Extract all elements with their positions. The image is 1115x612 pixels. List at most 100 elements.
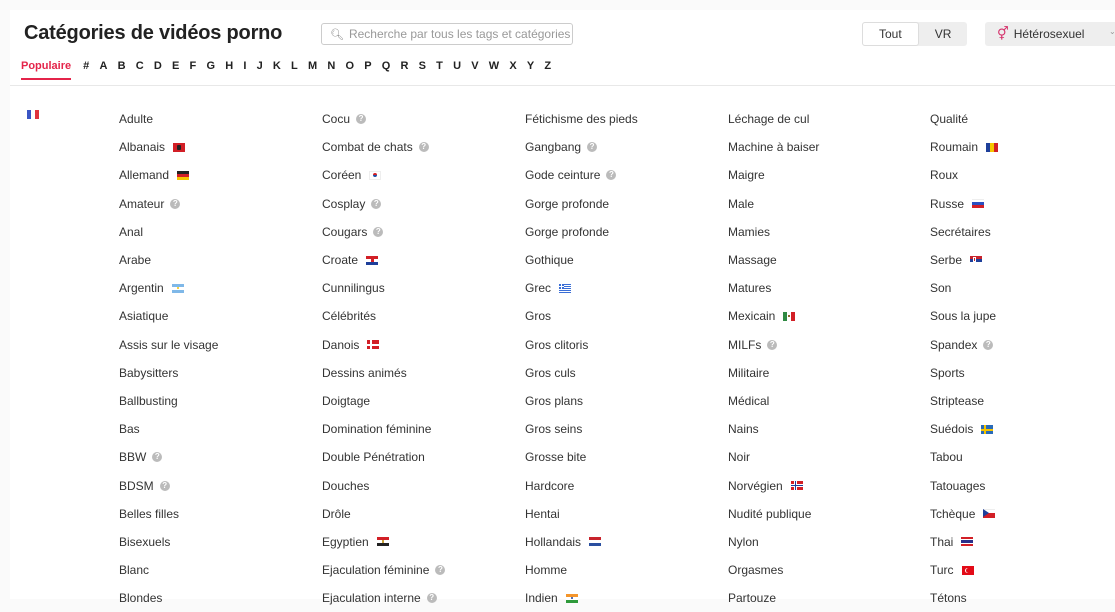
category-item-striptease[interactable]: Striptease <box>930 387 1115 415</box>
letter-tab-n[interactable]: N <box>327 60 335 80</box>
help-icon[interactable]: ? <box>435 565 446 576</box>
category-item-arabe[interactable]: Arabe <box>119 246 319 274</box>
letter-tab-s[interactable]: S <box>419 60 426 80</box>
help-icon[interactable]: ? <box>587 142 598 153</box>
category-item-drole[interactable]: Drôle <box>322 500 522 528</box>
category-item-belles-filles[interactable]: Belles filles <box>119 500 319 528</box>
category-item-spandex[interactable]: Spandex? <box>930 331 1115 359</box>
letter-tab-e[interactable]: E <box>172 60 179 80</box>
category-item-noir[interactable]: Noir <box>728 443 928 471</box>
category-item-secretaires[interactable]: Secrétaires <box>930 218 1115 246</box>
category-item-russe[interactable]: Russe <box>930 190 1115 218</box>
category-item-male[interactable]: Male <box>728 190 928 218</box>
category-item-mexicain[interactable]: Mexicain <box>728 302 928 330</box>
category-item-massage[interactable]: Massage <box>728 246 928 274</box>
category-item-bisexuels[interactable]: Bisexuels <box>119 528 319 556</box>
category-item-domination-feminine[interactable]: Domination féminine <box>322 415 522 443</box>
letter-tab-l[interactable]: L <box>291 60 298 80</box>
category-item-tetons[interactable]: Tétons <box>930 584 1115 612</box>
category-item-assis-sur-le-visage[interactable]: Assis sur le visage <box>119 331 319 359</box>
help-icon[interactable]: ? <box>356 114 367 125</box>
letter-tab-g[interactable]: G <box>206 60 215 80</box>
category-item-qualite[interactable]: Qualité <box>930 105 1115 133</box>
category-item-nylon[interactable]: Nylon <box>728 528 928 556</box>
category-item-blondes[interactable]: Blondes <box>119 584 319 612</box>
letter-tab-i[interactable]: I <box>243 60 246 80</box>
category-item-hollandais[interactable]: Hollandais <box>525 528 725 556</box>
help-icon[interactable]: ? <box>152 452 163 463</box>
category-item-gothique[interactable]: Gothique <box>525 246 725 274</box>
search-input[interactable] <box>348 27 571 41</box>
category-item-gros-culs[interactable]: Gros culs <box>525 359 725 387</box>
category-item-dessins-animes[interactable]: Dessins animés <box>322 359 522 387</box>
help-icon[interactable]: ? <box>371 198 382 209</box>
letter-tab-h[interactable]: H <box>225 60 233 80</box>
category-item-adulte[interactable]: Adulte <box>119 105 319 133</box>
letter-tab-w[interactable]: W <box>489 60 499 80</box>
category-item-ballbusting[interactable]: Ballbusting <box>119 387 319 415</box>
category-item-turc[interactable]: Turc <box>930 556 1115 584</box>
category-item-gorge-profonde[interactable]: Gorge profonde <box>525 190 725 218</box>
category-item-norvegien[interactable]: Norvégien <box>728 471 928 499</box>
category-item-matures[interactable]: Matures <box>728 274 928 302</box>
letter-tab-y[interactable]: Y <box>527 60 534 80</box>
letter-tab-u[interactable]: U <box>453 60 461 80</box>
category-item-fetichisme-des-pieds[interactable]: Fétichisme des pieds <box>525 105 725 133</box>
category-item-nains[interactable]: Nains <box>728 415 928 443</box>
category-item-nudite-publique[interactable]: Nudité publique <box>728 500 928 528</box>
category-item-croate[interactable]: Croate <box>322 246 522 274</box>
category-item-militaire[interactable]: Militaire <box>728 359 928 387</box>
category-item-argentin[interactable]: Argentin <box>119 274 319 302</box>
category-item-gorge-profonde[interactable]: Gorge profonde <box>525 218 725 246</box>
help-icon[interactable]: ? <box>767 339 778 350</box>
category-item-bas[interactable]: Bas <box>119 415 319 443</box>
category-item-gode-ceinture[interactable]: Gode ceinture? <box>525 161 725 189</box>
category-item-bdsm[interactable]: BDSM? <box>119 471 319 499</box>
letter-tab-x[interactable]: X <box>509 60 516 80</box>
category-item-orgasmes[interactable]: Orgasmes <box>728 556 928 584</box>
category-item-babysitters[interactable]: Babysitters <box>119 359 319 387</box>
category-item-doigtage[interactable]: Doigtage <box>322 387 522 415</box>
letter-tab-v[interactable]: V <box>471 60 478 80</box>
category-item-tcheque[interactable]: Tchèque <box>930 500 1115 528</box>
category-item-gros[interactable]: Gros <box>525 302 725 330</box>
category-item-tabou[interactable]: Tabou <box>930 443 1115 471</box>
category-item-cougars[interactable]: Cougars? <box>322 218 522 246</box>
category-item-medical[interactable]: Médical <box>728 387 928 415</box>
letter-tab-populaire[interactable]: Populaire <box>21 60 72 80</box>
category-item-douches[interactable]: Douches <box>322 471 522 499</box>
category-item-danois[interactable]: Danois <box>322 331 522 359</box>
france-flag-icon[interactable] <box>27 110 39 119</box>
category-item-grec[interactable]: Grec <box>525 274 725 302</box>
category-item-mamies[interactable]: Mamies <box>728 218 928 246</box>
letter-tab-z[interactable]: Z <box>544 60 551 80</box>
category-item-combat-de-chats[interactable]: Combat de chats? <box>322 133 522 161</box>
category-item-lechage-de-cul[interactable]: Léchage de cul <box>728 105 928 133</box>
category-item-egyptien[interactable]: Egyptien <box>322 528 522 556</box>
category-item-sous-la-jupe[interactable]: Sous la jupe <box>930 302 1115 330</box>
category-item-grosse-bite[interactable]: Grosse bite <box>525 443 725 471</box>
category-item-ejaculation-interne[interactable]: Ejaculation interne? <box>322 584 522 612</box>
category-item-albanais[interactable]: Albanais <box>119 133 319 161</box>
help-icon[interactable]: ? <box>983 339 994 350</box>
category-item-celebrites[interactable]: Célébrités <box>322 302 522 330</box>
category-item-machine-a-baiser[interactable]: Machine à baiser <box>728 133 928 161</box>
category-item-gros-plans[interactable]: Gros plans <box>525 387 725 415</box>
letter-tab-a[interactable]: A <box>99 60 107 80</box>
letter-tab-c[interactable]: C <box>136 60 144 80</box>
help-icon[interactable]: ? <box>159 480 170 491</box>
category-item-indien[interactable]: Indien <box>525 584 725 612</box>
category-item-double-penetration[interactable]: Double Pénétration <box>322 443 522 471</box>
search-box[interactable]: 🔍︎ <box>321 23 573 45</box>
orientation-dropdown[interactable]: ⚥ Hétérosexuel ⌄ <box>985 22 1115 46</box>
category-item-milfs[interactable]: MILFs? <box>728 331 928 359</box>
letter-tab-hash[interactable]: # <box>83 60 89 80</box>
category-item-anal[interactable]: Anal <box>119 218 319 246</box>
category-item-gros-clitoris[interactable]: Gros clitoris <box>525 331 725 359</box>
help-icon[interactable]: ? <box>418 142 429 153</box>
letter-tab-b[interactable]: B <box>118 60 126 80</box>
category-item-roumain[interactable]: Roumain <box>930 133 1115 161</box>
category-item-son[interactable]: Son <box>930 274 1115 302</box>
letter-tab-o[interactable]: O <box>345 60 354 80</box>
tab-tout[interactable]: Tout <box>862 22 919 46</box>
